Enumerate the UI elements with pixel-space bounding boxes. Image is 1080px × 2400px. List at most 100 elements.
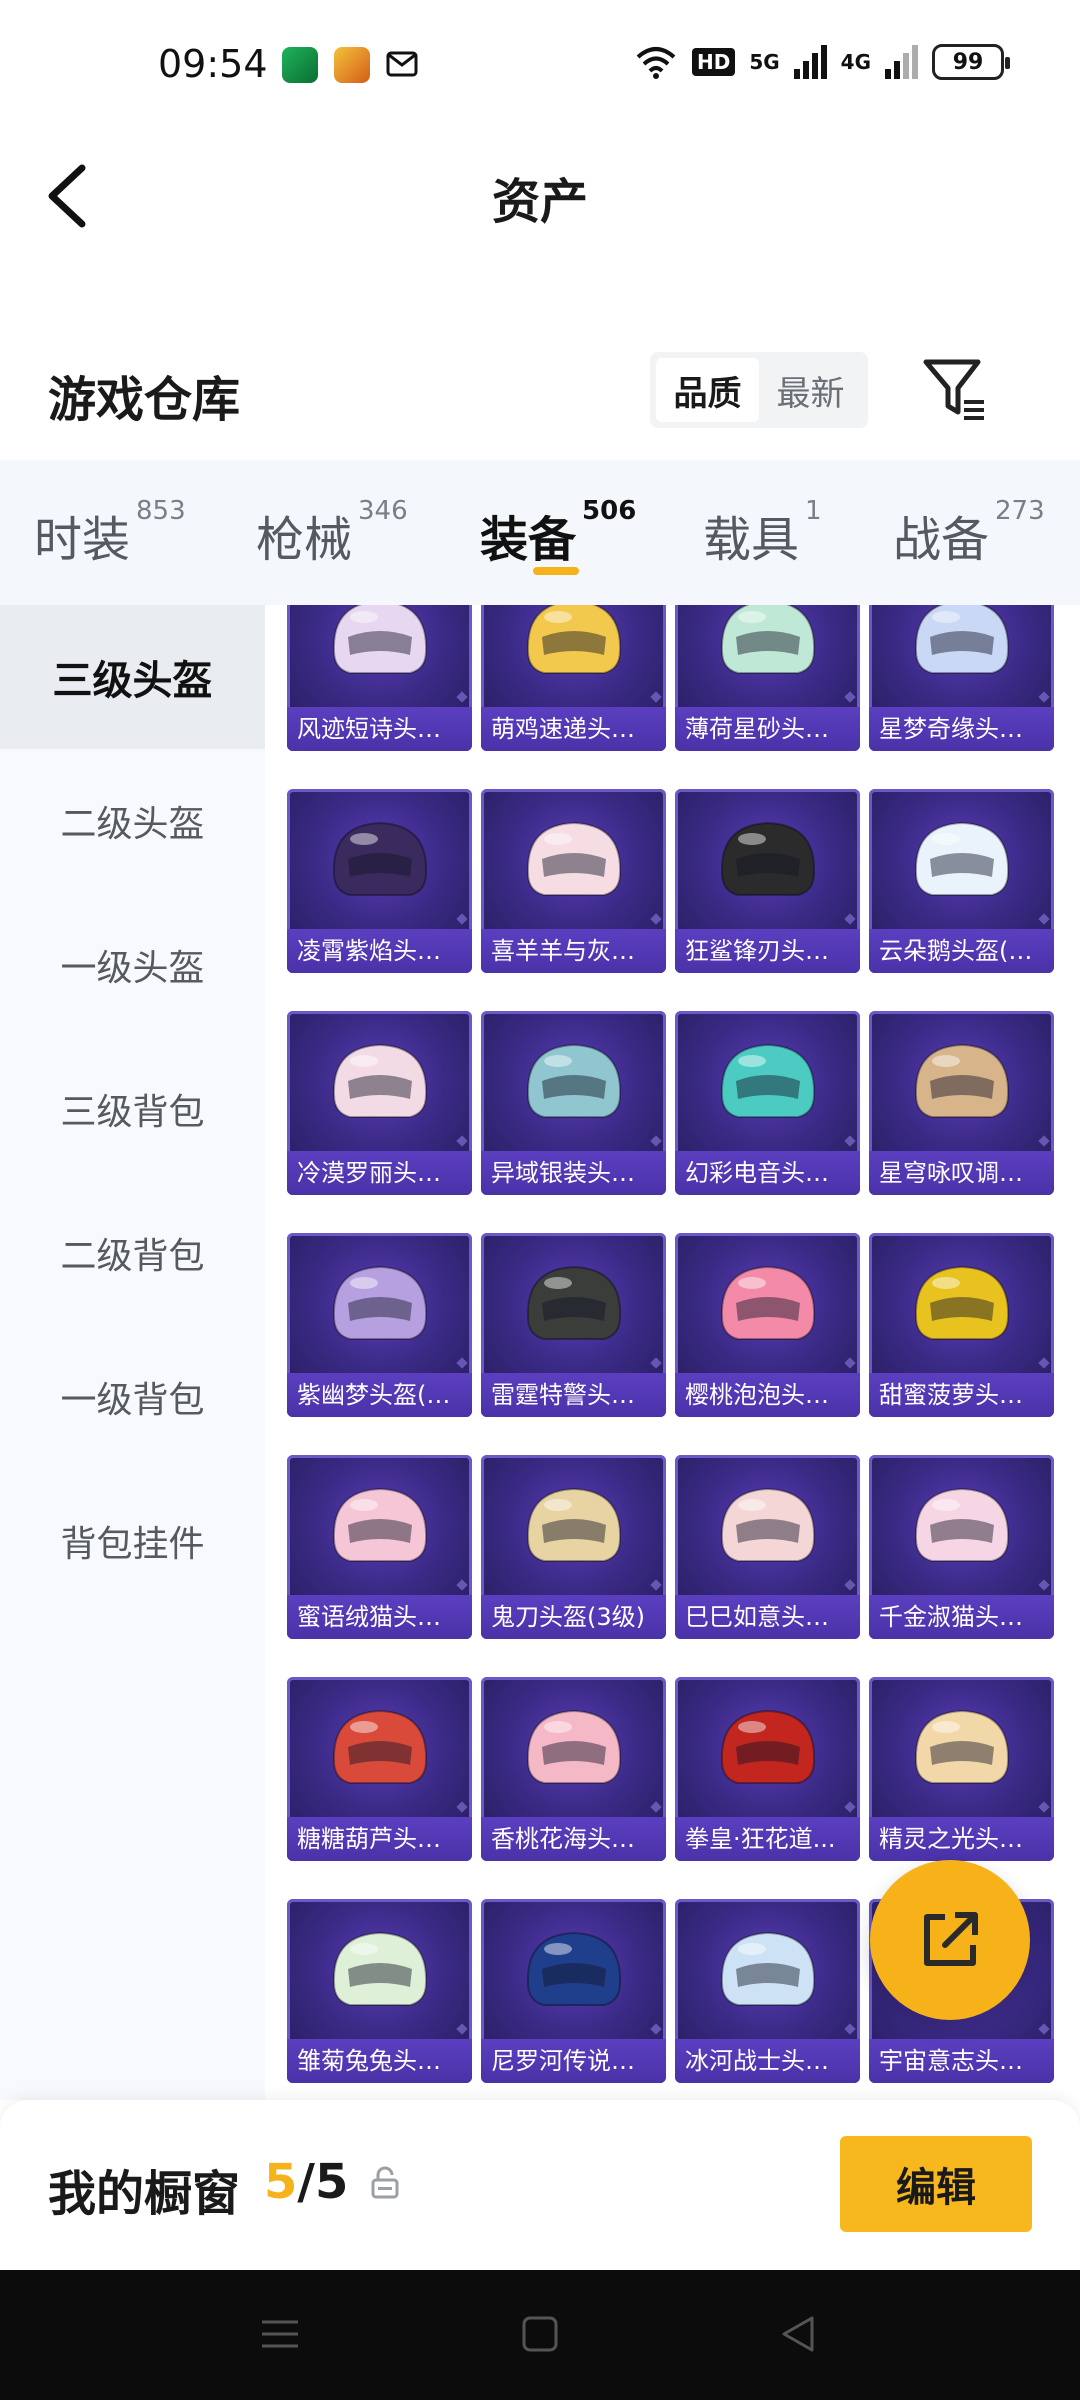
tab-count: 346: [358, 496, 408, 526]
showcase-total: 5: [314, 2154, 349, 2210]
warehouse-header: 游戏仓库 品质 最新: [0, 330, 1080, 450]
tab-label: 装备: [480, 512, 577, 568]
tab-label: 枪械: [256, 512, 353, 568]
item-name: 精灵之光头盔...: [869, 1817, 1054, 1861]
helmet-icon: [914, 1709, 1010, 1784]
item-card[interactable]: 星穹咏叹调头...: [869, 1011, 1054, 1195]
category-tabs: 时装853 枪械346 装备506 载具1 战备273: [0, 460, 1080, 605]
helmet-icon: [914, 1265, 1010, 1340]
helmet-icon: [720, 605, 816, 674]
tab-label: 载具: [703, 512, 800, 568]
item-card[interactable]: 异域银装头盔...: [481, 1011, 666, 1195]
sidebar-item-level3-helmet[interactable]: 三级头盔: [0, 605, 265, 749]
item-card[interactable]: 香桃花海头盔...: [481, 1677, 666, 1861]
item-card[interactable]: 精灵之光头盔...: [869, 1677, 1054, 1861]
section-title: 游戏仓库: [48, 372, 241, 428]
sidebar-item-backpack-charm[interactable]: 背包挂件: [0, 1469, 265, 1613]
sidebar-item-level1-helmet[interactable]: 一级头盔: [0, 893, 265, 1037]
helmet-icon: [332, 1265, 428, 1340]
sidebar-item-level1-backpack[interactable]: 一级背包: [0, 1325, 265, 1469]
tab-count: 853: [136, 496, 186, 526]
helmet-icon: [332, 1487, 428, 1562]
tab-firearms[interactable]: 枪械346: [256, 496, 408, 570]
item-name: 狂鲨锋刃头盔...: [675, 929, 860, 973]
item-card[interactable]: 拳皇·狂花道...: [675, 1677, 860, 1861]
filter-icon[interactable]: [922, 354, 986, 424]
helmet-icon: [332, 1931, 428, 2006]
edit-button[interactable]: 编辑: [840, 2136, 1032, 2232]
item-name: 樱桃泡泡头盔...: [675, 1373, 860, 1417]
item-card[interactable]: 喜羊羊与灰太...: [481, 789, 666, 973]
item-card[interactable]: 尼罗河传说头...: [481, 1899, 666, 2083]
item-card[interactable]: 云朵鹅头盔(3...: [869, 789, 1054, 973]
item-name: 冷漠罗丽头盔...: [287, 1151, 472, 1195]
helmet-icon: [526, 1931, 622, 2006]
item-name: 云朵鹅头盔(3...: [869, 929, 1054, 973]
item-card[interactable]: 薄荷星砂头盔...: [675, 605, 860, 751]
item-card[interactable]: 冷漠罗丽头盔...: [287, 1011, 472, 1195]
helmet-icon: [720, 1043, 816, 1118]
item-card[interactable]: 狂鲨锋刃头盔...: [675, 789, 860, 973]
signal-4g-label: 4G: [840, 50, 871, 74]
item-card[interactable]: 糖糖葫芦头盔...: [287, 1677, 472, 1861]
item-card[interactable]: 巳巳如意头盔...: [675, 1455, 860, 1639]
sort-quality-option[interactable]: 品质: [656, 358, 759, 422]
sidebar-item-level2-backpack[interactable]: 二级背包: [0, 1181, 265, 1325]
tab-gear[interactable]: 战备273: [893, 496, 1045, 570]
helmet-icon: [914, 605, 1010, 674]
item-name: 幻彩电音头盔...: [675, 1151, 860, 1195]
app-notification-icon: [282, 47, 318, 83]
showcase-separator: /: [297, 2154, 315, 2210]
item-name: 异域银装头盔...: [481, 1151, 666, 1195]
tab-label: 时装: [34, 512, 131, 568]
item-card[interactable]: 风迹短诗头盔...: [287, 605, 472, 751]
sort-newest-option[interactable]: 最新: [759, 358, 862, 422]
item-card[interactable]: 凌霄紫焰头盔...: [287, 789, 472, 973]
item-name: 鬼刀头盔(3级): [481, 1595, 666, 1639]
share-button[interactable]: [870, 1860, 1030, 2020]
tab-count: 1: [805, 496, 822, 526]
item-card[interactable]: 雷霆特警头盔...: [481, 1233, 666, 1417]
item-card[interactable]: 幻彩电音头盔...: [675, 1011, 860, 1195]
item-card[interactable]: 星梦奇缘头盔...: [869, 605, 1054, 751]
item-name: 星梦奇缘头盔...: [869, 707, 1054, 751]
item-card[interactable]: 萌鸡速递头盔...: [481, 605, 666, 751]
helmet-icon: [332, 1043, 428, 1118]
item-card[interactable]: 甜蜜菠萝头盔...: [869, 1233, 1054, 1417]
item-card[interactable]: 冰河战士头盔...: [675, 1899, 860, 2083]
item-name: 雏菊兔兔头盔...: [287, 2039, 472, 2083]
item-card[interactable]: 雏菊兔兔头盔...: [287, 1899, 472, 2083]
sort-toggle: 品质 最新: [650, 352, 868, 428]
sidebar-item-level2-helmet[interactable]: 二级头盔: [0, 749, 265, 893]
tab-equipment[interactable]: 装备506: [480, 496, 636, 570]
active-tab-indicator: [533, 567, 579, 575]
item-name: 巳巳如意头盔...: [675, 1595, 860, 1639]
item-name: 甜蜜菠萝头盔...: [869, 1373, 1054, 1417]
tab-fashion[interactable]: 时装853: [34, 496, 186, 570]
item-card[interactable]: 樱桃泡泡头盔...: [675, 1233, 860, 1417]
share-icon: [924, 1912, 978, 1966]
item-card[interactable]: 蜜语绒猫头盔...: [287, 1455, 472, 1639]
item-name: 糖糖葫芦头盔...: [287, 1817, 472, 1861]
item-name: 千金淑猫头盔...: [869, 1595, 1054, 1639]
back-nav-icon[interactable]: [776, 2312, 820, 2356]
item-name: 尼罗河传说头...: [481, 2039, 666, 2083]
item-card[interactable]: 鬼刀头盔(3级): [481, 1455, 666, 1639]
showcase-bar: 我的橱窗 5/5 编辑: [0, 2100, 1080, 2270]
item-card[interactable]: 千金淑猫头盔...: [869, 1455, 1054, 1639]
helmet-icon: [526, 1487, 622, 1562]
item-name: 萌鸡速递头盔...: [481, 707, 666, 751]
signal-4g-icon: [885, 45, 918, 79]
item-card[interactable]: 紫幽梦头盔(3...: [287, 1233, 472, 1417]
signal-5g-icon: [793, 45, 827, 79]
signal-5g-label: 5G: [749, 50, 780, 74]
home-icon[interactable]: [518, 2312, 562, 2356]
tab-vehicles[interactable]: 载具1: [703, 496, 822, 570]
wifi-icon: [636, 47, 676, 79]
item-name: 拳皇·狂花道...: [675, 1817, 860, 1861]
helmet-icon: [332, 1709, 428, 1784]
helmet-icon: [332, 821, 428, 896]
sidebar-item-level3-backpack[interactable]: 三级背包: [0, 1037, 265, 1181]
helmet-icon: [526, 821, 622, 896]
menu-icon[interactable]: [258, 2312, 302, 2356]
